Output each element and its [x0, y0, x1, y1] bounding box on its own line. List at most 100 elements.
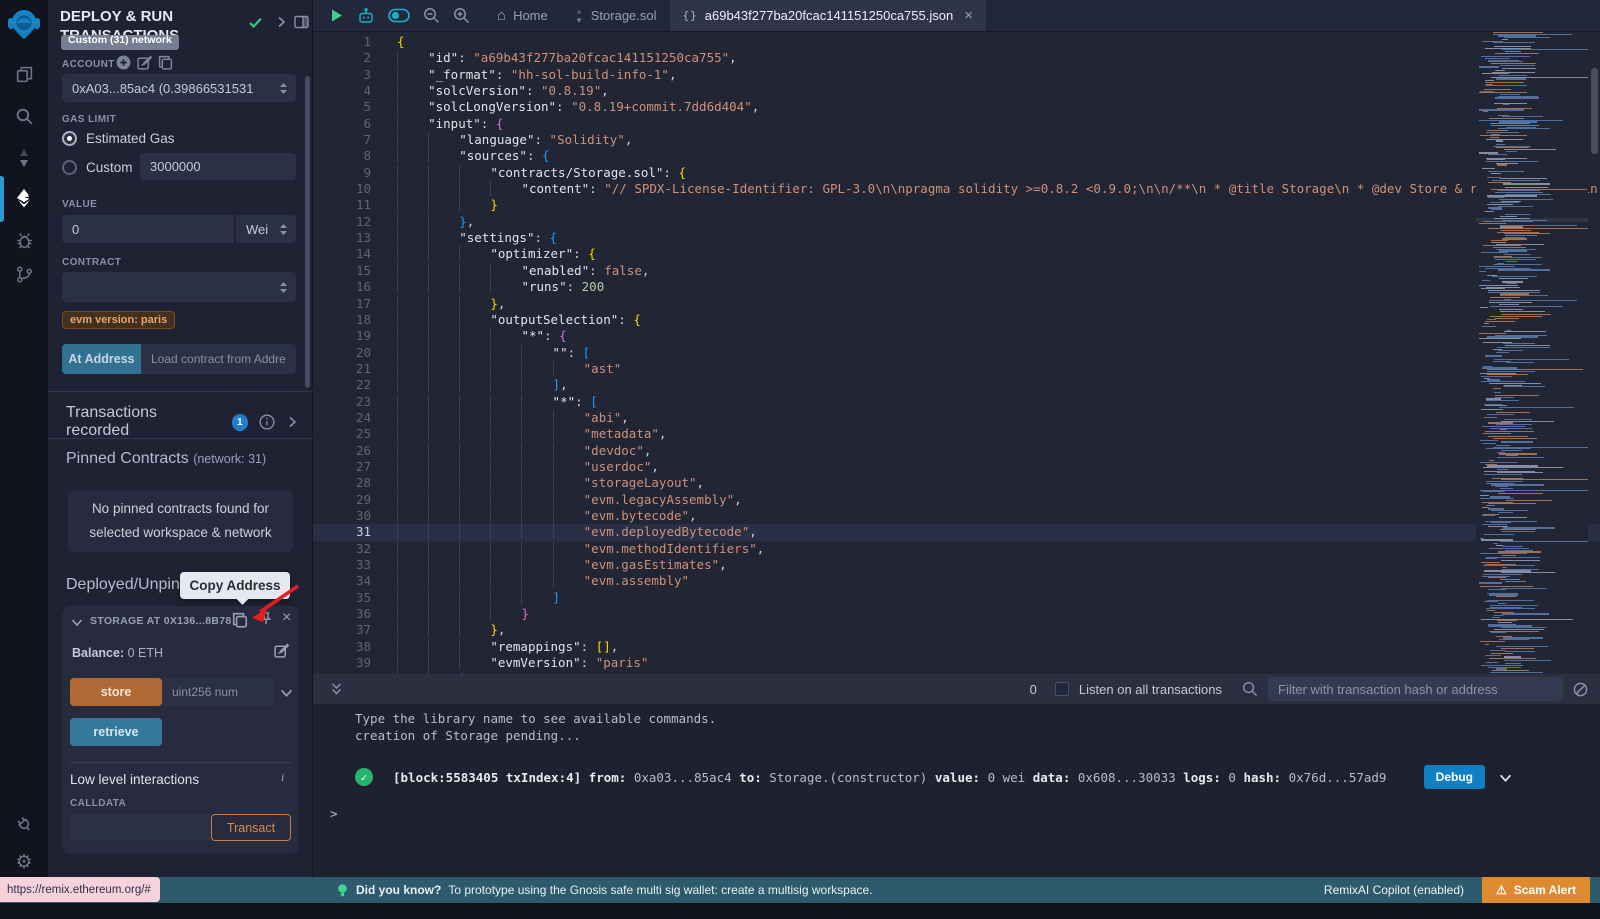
code-line[interactable]: 34 "evm.assembly"	[313, 573, 1600, 589]
retrieve-button[interactable]: retrieve	[70, 718, 162, 746]
code-line[interactable]: 24 "abi",	[313, 410, 1600, 426]
code-editor[interactable]: 1{2 "id": "a69b43f277ba20fcac141151250ca…	[313, 32, 1600, 706]
transact-button[interactable]: Transact	[211, 814, 291, 841]
tab-home[interactable]: ⌂ Home	[484, 0, 561, 31]
transactions-recorded-row[interactable]: Transactions recorded 1	[66, 404, 298, 440]
expand-terminal-icon[interactable]	[313, 682, 343, 696]
code-line[interactable]: 5 "solcLongVersion": "0.8.19+commit.7dd6…	[313, 99, 1600, 115]
code-line[interactable]: 6 "input": {	[313, 116, 1600, 132]
remixai-robot-icon[interactable]	[357, 7, 375, 25]
code-line[interactable]: 9 "contracts/Storage.sol": {	[313, 165, 1600, 181]
code-line[interactable]: 36 }	[313, 606, 1600, 622]
pinned-check-icon[interactable]	[246, 13, 264, 31]
copilot-toggle-icon[interactable]	[388, 8, 410, 23]
copy-address-icon[interactable]	[232, 612, 248, 628]
code-line[interactable]: 26 "devdoc",	[313, 443, 1600, 459]
panel-scrollbar[interactable]	[305, 76, 310, 388]
pin-panel-icon[interactable]	[292, 13, 310, 31]
code-line[interactable]: 1{	[313, 34, 1600, 50]
minimap[interactable]	[1476, 32, 1588, 706]
search-icon[interactable]	[0, 96, 48, 136]
settings-gear-icon[interactable]: ⚙	[0, 842, 48, 882]
run-script-icon[interactable]	[329, 8, 344, 23]
tab-storage-sol[interactable]: Storage.sol	[561, 0, 670, 31]
custom-gas-input[interactable]	[140, 153, 296, 180]
expand-store-icon[interactable]	[280, 686, 293, 699]
contract-instance-name[interactable]: STORAGE AT 0X136...8B78	[90, 615, 232, 627]
account-select[interactable]: 0xA03...85ac4 (0.39866531531	[62, 74, 296, 102]
terminal[interactable]: Type the library name to see available c…	[313, 704, 1600, 877]
code-line[interactable]: 18 "outputSelection": {	[313, 312, 1600, 328]
debug-button[interactable]: Debug	[1424, 765, 1485, 789]
code-line[interactable]: 3 "_format": "hh-sol-build-info-1",	[313, 67, 1600, 83]
code-line[interactable]: 28 "storageLayout",	[313, 475, 1600, 491]
code-line[interactable]: 16 "runs": 200	[313, 279, 1600, 295]
store-input[interactable]	[162, 678, 274, 706]
git-branch-icon[interactable]	[0, 254, 48, 294]
value-unit-select[interactable]: Wei	[235, 215, 296, 243]
at-address-input[interactable]	[141, 344, 296, 374]
code-line[interactable]: 12 },	[313, 214, 1600, 230]
code-line[interactable]: 10 "content": "// SPDX-License-Identifie…	[313, 181, 1600, 197]
code-line[interactable]: 4 "solcVersion": "0.8.19",	[313, 83, 1600, 99]
contract-select[interactable]	[62, 272, 296, 302]
store-button[interactable]: store	[70, 678, 162, 706]
plugin-manager-icon[interactable]	[0, 804, 48, 844]
transaction-result-row[interactable]: ✓ [block:5583405 txIndex:4] from: 0xa03.…	[313, 765, 1600, 789]
file-explorer-icon[interactable]	[0, 54, 48, 94]
custom-gas-radio[interactable]	[62, 160, 77, 175]
edit-balance-icon[interactable]	[274, 643, 289, 658]
add-account-icon[interactable]	[116, 55, 131, 70]
code-line[interactable]: 7 "language": "Solidity",	[313, 132, 1600, 148]
code-line[interactable]: 13 "settings": {	[313, 230, 1600, 246]
pin-contract-icon[interactable]	[258, 611, 274, 627]
custom-gas-option[interactable]: Custom	[62, 160, 133, 175]
scam-alert-button[interactable]: ⚠ Scam Alert	[1482, 877, 1590, 903]
code-line[interactable]: 29 "evm.legacyAssembly",	[313, 492, 1600, 508]
code-line[interactable]: 38 "remappings": [],	[313, 639, 1600, 655]
code-line[interactable]: 15 "enabled": false,	[313, 263, 1600, 279]
code-line[interactable]: 25 "metadata",	[313, 426, 1600, 442]
code-line[interactable]: 19 "*": {	[313, 328, 1600, 344]
transaction-filter-input[interactable]	[1268, 677, 1563, 701]
code-line[interactable]: 31 "evm.deployedBytecode",	[313, 524, 1600, 540]
sign-message-icon[interactable]	[137, 55, 152, 70]
expand-tx-icon[interactable]	[1499, 771, 1512, 784]
code-line[interactable]: 11 }	[313, 197, 1600, 213]
panel-chevron-right-icon[interactable]	[272, 13, 290, 31]
estimated-gas-radio[interactable]	[62, 131, 77, 146]
close-tab-icon[interactable]: ×	[964, 7, 973, 24]
code-line[interactable]: 8 "sources": {	[313, 148, 1600, 164]
listen-checkbox[interactable]	[1055, 682, 1069, 696]
code-line[interactable]: 2 "id": "a69b43f277ba20fcac141151250ca75…	[313, 50, 1600, 66]
info-icon[interactable]	[259, 414, 275, 430]
code-line[interactable]: 37 },	[313, 622, 1600, 638]
code-line[interactable]: 21 "ast"	[313, 361, 1600, 377]
clear-console-icon[interactable]	[1573, 682, 1588, 697]
copilot-status[interactable]: RemixAI Copilot (enabled)	[1324, 883, 1464, 897]
zoom-out-icon[interactable]	[423, 7, 440, 24]
remove-contract-icon[interactable]: ×	[282, 609, 291, 627]
expand-transactions-icon[interactable]	[286, 416, 298, 428]
remix-logo-icon[interactable]	[0, 6, 48, 42]
code-line[interactable]: 17 },	[313, 296, 1600, 312]
code-line[interactable]: 33 "evm.gasEstimates",	[313, 557, 1600, 573]
tab-json-active[interactable]: {} a69b43f277ba20fcac141151250ca755.json…	[670, 0, 986, 31]
code-line[interactable]: 39 "evmVersion": "paris"	[313, 655, 1600, 671]
editor-scrollbar[interactable]	[1591, 68, 1598, 154]
at-address-button[interactable]: At Address	[62, 344, 141, 374]
code-line[interactable]: 27 "userdoc",	[313, 459, 1600, 475]
calldata-input[interactable]	[70, 814, 211, 841]
terminal-prompt[interactable]: >	[313, 806, 1600, 821]
code-line[interactable]: 22 ],	[313, 377, 1600, 393]
code-line[interactable]: 30 "evm.bytecode",	[313, 508, 1600, 524]
deploy-run-icon[interactable]	[0, 178, 48, 218]
collapse-contract-icon[interactable]	[71, 616, 83, 628]
value-input[interactable]	[62, 215, 234, 243]
lowlevel-info-icon[interactable]: i	[281, 770, 284, 785]
zoom-in-icon[interactable]	[453, 7, 470, 24]
code-line[interactable]: 23 "*": [	[313, 394, 1600, 410]
code-line[interactable]: 14 "optimizer": {	[313, 246, 1600, 262]
code-line[interactable]: 35 ]	[313, 590, 1600, 606]
copy-account-icon[interactable]	[158, 55, 173, 70]
